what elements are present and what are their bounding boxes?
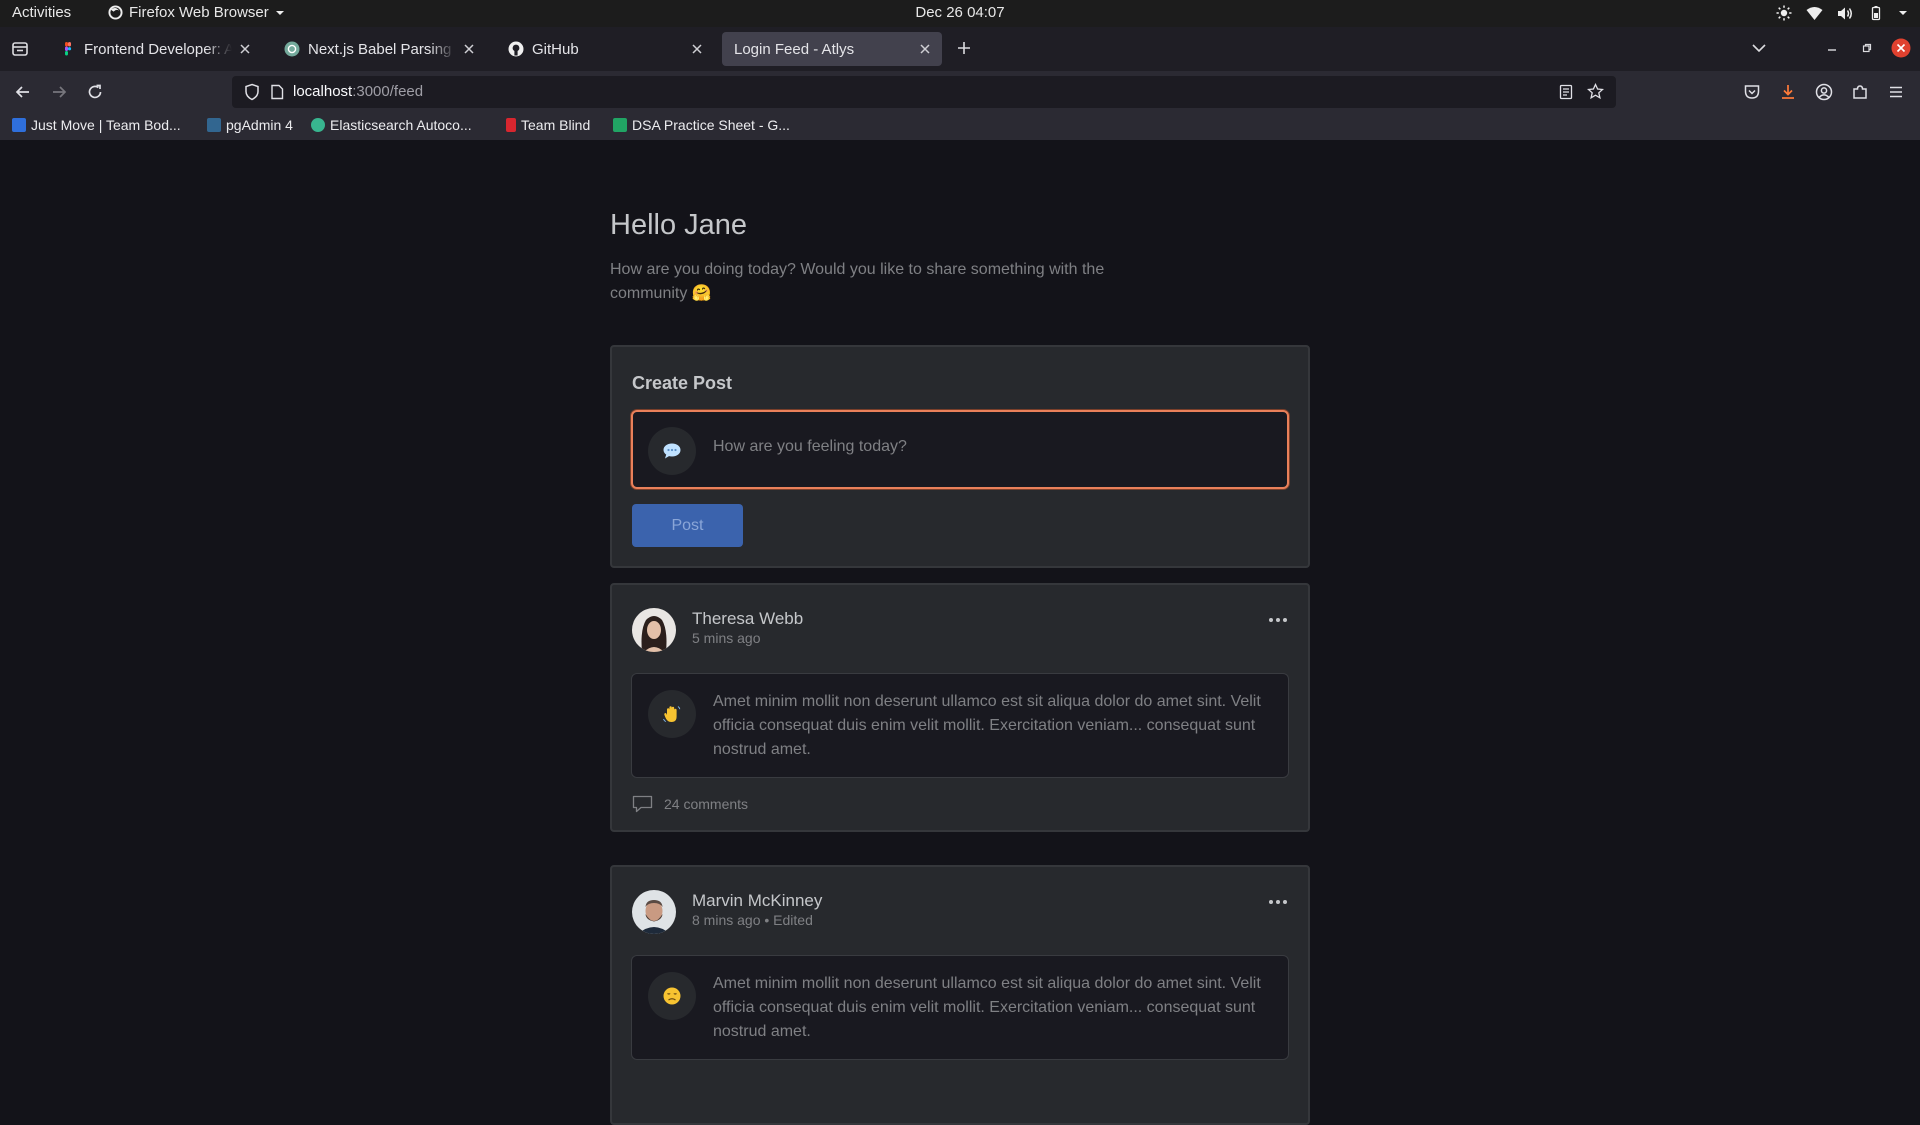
chatgpt-favicon-icon [284, 41, 300, 57]
post-author[interactable]: Theresa Webb [692, 609, 803, 629]
activities-button[interactable]: Activities [12, 4, 71, 21]
bookmark-favicon-icon [311, 118, 325, 132]
waving-hand-emoji-icon [648, 690, 696, 738]
bookmark-label: pgAdmin 4 [226, 117, 293, 133]
avatar[interactable] [632, 608, 676, 652]
restore-icon[interactable] [1861, 42, 1873, 54]
tab-title: Next.js Babel Parsing Error [308, 40, 456, 58]
bookmark-label: Team Blind [521, 117, 591, 133]
extensions-icon[interactable] [1851, 83, 1869, 101]
page-viewport: Hello Jane How are you doing today? Woul… [0, 140, 1920, 1125]
bookmark-label: DSA Practice Sheet - G... [632, 117, 790, 133]
reader-view-icon[interactable] [1558, 84, 1574, 100]
bookmark-favicon-icon [207, 118, 221, 132]
close-icon[interactable] [690, 42, 704, 56]
wifi-icon[interactable] [1806, 6, 1823, 21]
bookmark-favicon-icon [613, 118, 627, 132]
create-post-card: Create Post Post [610, 345, 1310, 568]
caret-down-icon [275, 9, 285, 17]
post-timestamp: 8 mins ago • Edited [692, 912, 813, 928]
tab-frontend-developer[interactable]: Frontend Developer: Atlys [48, 32, 262, 66]
bookmark-label: Elasticsearch Autoco... [330, 117, 472, 133]
github-favicon-icon [508, 41, 524, 57]
disappointed-face-emoji-icon [648, 972, 696, 1020]
post-text: Amet minim mollit non deserunt ullamco e… [713, 975, 1261, 1040]
forward-arrow-icon[interactable] [50, 83, 68, 101]
post-text-input[interactable] [713, 438, 1253, 456]
bookmarks-toolbar: Just Move | Team Bod... pgAdmin 4 Elasti… [0, 113, 1920, 140]
reload-icon[interactable] [86, 83, 104, 101]
firefox-view-icon[interactable] [11, 40, 29, 58]
close-icon[interactable] [238, 42, 252, 56]
bookmark-item[interactable]: Elasticsearch Autoco... [311, 117, 472, 133]
post-timestamp: 5 mins ago [692, 630, 761, 646]
battery-icon[interactable] [1868, 5, 1884, 21]
firefox-icon [108, 5, 123, 20]
list-all-tabs-icon[interactable] [1751, 42, 1767, 54]
hamburger-menu-icon[interactable] [1887, 83, 1905, 101]
url-host: localhost [293, 83, 353, 100]
tab-nextjs-babel-error[interactable]: Next.js Babel Parsing Error [272, 32, 486, 66]
bookmark-item[interactable]: DSA Practice Sheet - G... [613, 117, 790, 133]
bookmark-item[interactable]: pgAdmin 4 [207, 117, 293, 133]
app-menu-label: Firefox Web Browser [129, 4, 269, 21]
new-tab-icon[interactable] [956, 40, 972, 56]
bookmark-label: Just Move | Team Bod... [31, 117, 181, 133]
tab-github[interactable]: GitHub [496, 32, 714, 66]
power-menu-caret-icon[interactable] [1898, 9, 1908, 17]
more-options-icon[interactable] [1268, 617, 1288, 623]
bookmark-item[interactable]: Team Blind [506, 117, 590, 133]
url-path: :3000/feed [352, 83, 424, 100]
comment-icon [632, 795, 653, 813]
tracking-protection-shield-icon[interactable] [244, 83, 260, 101]
post-body[interactable]: Amet minim mollit non deserunt ullamco e… [631, 955, 1289, 1060]
brightness-icon[interactable] [1776, 5, 1792, 21]
window-close-icon[interactable] [1891, 38, 1911, 58]
bookmark-item[interactable]: Just Move | Team Bod... [12, 117, 181, 133]
avatar[interactable] [632, 890, 676, 934]
figma-favicon-icon [60, 41, 76, 57]
close-icon[interactable] [462, 42, 476, 56]
tab-login-feed[interactable]: Login Feed - Atlys [722, 32, 942, 66]
address-bar[interactable]: localhost:3000/feed [232, 76, 1616, 108]
clock[interactable]: Dec 26 04:07 [915, 4, 1004, 21]
close-icon[interactable] [918, 42, 932, 56]
tab-title: GitHub [532, 40, 579, 58]
back-arrow-icon[interactable] [14, 83, 32, 101]
post-composer[interactable] [631, 410, 1289, 489]
minimize-icon[interactable] [1826, 42, 1838, 54]
post-button[interactable]: Post [632, 504, 743, 547]
page-info-icon[interactable] [270, 84, 284, 100]
greeting-heading: Hello Jane [610, 209, 748, 241]
navigation-toolbar: localhost:3000/feed [0, 71, 1920, 113]
system-tray[interactable] [1776, 5, 1908, 21]
tab-title: Login Feed - Atlys [734, 40, 855, 58]
bookmark-star-icon[interactable] [1587, 83, 1604, 100]
url-text[interactable]: localhost:3000/feed [293, 83, 423, 100]
comments-count: 24 comments [664, 796, 749, 812]
greeting-subtitle: How are you doing today? Would you like … [610, 261, 1105, 302]
downloads-icon[interactable] [1779, 83, 1797, 101]
bookmark-favicon-icon [506, 118, 516, 132]
feed-post: Marvin McKinney 8 mins ago • Edited Amet… [610, 865, 1310, 1125]
speech-bubble-icon[interactable] [648, 427, 696, 475]
feed-post: Theresa Webb 5 mins ago Amet minim molli… [610, 583, 1310, 832]
account-icon[interactable] [1815, 83, 1833, 101]
bookmark-favicon-icon [12, 118, 26, 132]
os-top-bar: Activities Firefox Web Browser Dec 26 04… [0, 0, 1920, 27]
pocket-icon[interactable] [1743, 83, 1761, 101]
app-menu[interactable]: Firefox Web Browser [108, 4, 285, 21]
comments-link[interactable]: 24 comments [632, 795, 748, 813]
tab-strip: Frontend Developer: Atlys Next.js Babel … [0, 27, 1920, 71]
post-text: Amet minim mollit non deserunt ullamco e… [713, 693, 1261, 758]
post-author[interactable]: Marvin McKinney [692, 891, 822, 911]
post-body[interactable]: Amet minim mollit non deserunt ullamco e… [631, 673, 1289, 778]
tab-title: Frontend Developer: Atlys [84, 40, 232, 58]
volume-icon[interactable] [1837, 6, 1854, 21]
more-options-icon[interactable] [1268, 899, 1288, 905]
create-post-title: Create Post [632, 373, 733, 393]
